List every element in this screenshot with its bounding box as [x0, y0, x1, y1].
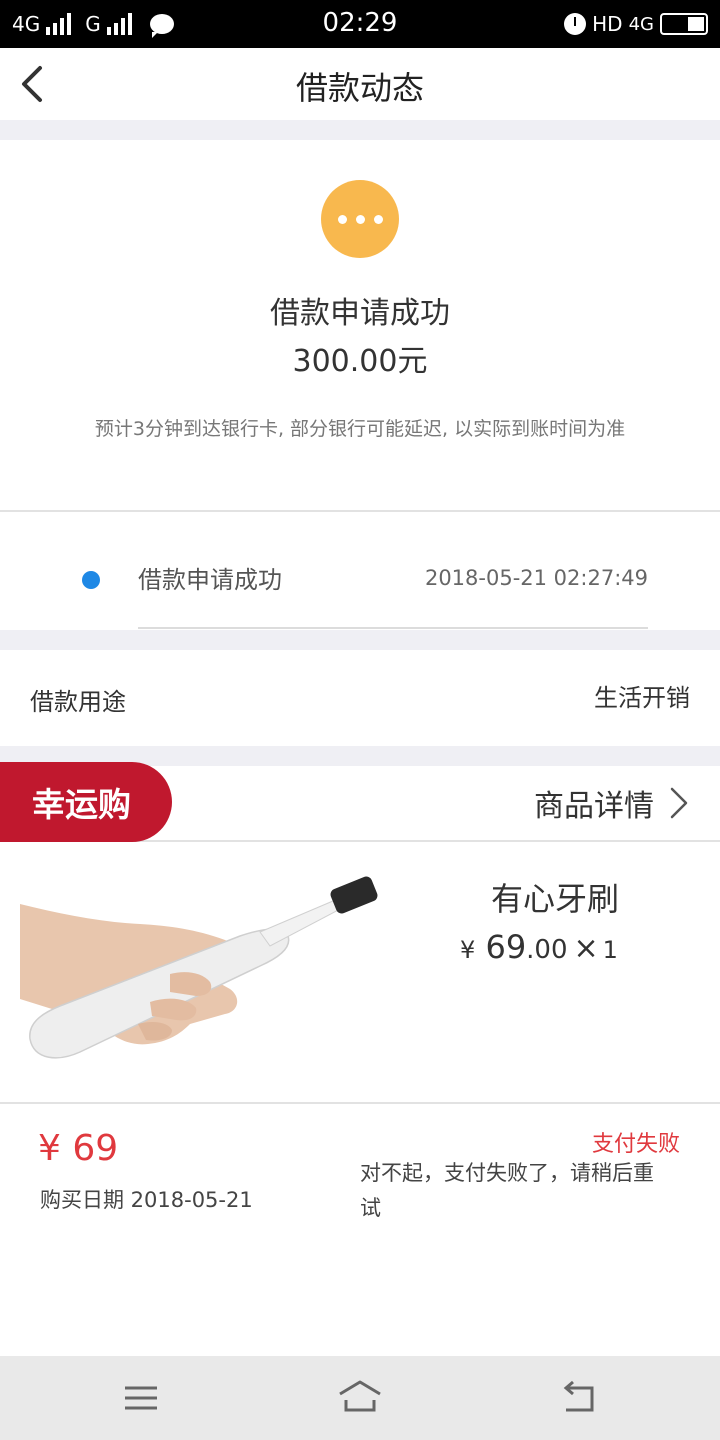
loan-status-section: 借款申请成功 300.00元 预计3分钟到达银行卡, 部分银行可能延迟, 以实际…: [0, 140, 720, 512]
product-card-header: 幸运购 商品详情: [0, 762, 720, 842]
loan-purpose-row: 借款用途 生活开销: [0, 650, 720, 746]
price-integer: 69: [485, 928, 527, 966]
product-name: 有心牙刷: [490, 880, 619, 918]
price-symbol: ¥: [460, 936, 476, 964]
timeline-label: 借款申请成功: [138, 566, 282, 594]
arrival-note: 预计3分钟到达银行卡, 部分银行可能延迟, 以实际到账时间为准: [94, 418, 626, 440]
purpose-label: 借款用途: [30, 688, 126, 716]
paid-amount: ¥ 69: [38, 1128, 119, 1169]
loan-amount: 300.00元: [292, 344, 428, 379]
home-icon[interactable]: [337, 1376, 383, 1420]
ellipsis-pending-icon: [321, 180, 399, 258]
status-bar-right: HD 4G: [564, 10, 708, 38]
quantity: 1: [602, 936, 618, 964]
timeline-divider: [138, 627, 648, 629]
timeline: 借款申请成功 2018-05-21 02:27:49: [0, 512, 720, 630]
menu-icon[interactable]: [118, 1376, 164, 1420]
hd-indicator: HD: [592, 12, 623, 36]
timeline-dot: [82, 571, 100, 589]
chevron-right-icon: [670, 787, 688, 819]
return-icon[interactable]: [556, 1376, 602, 1420]
product-price: ¥ 69.00 × 1: [460, 928, 618, 966]
status-bar: 4G G 02:29 HD 4G: [0, 0, 720, 48]
toothbrush-image: [20, 876, 378, 1059]
app-header: 借款动态: [0, 48, 720, 120]
alarm-icon: [564, 13, 587, 35]
product-detail-label: 商品详情: [534, 789, 654, 824]
network-type-3: 4G: [628, 13, 654, 35]
status-title: 借款申请成功: [270, 296, 450, 331]
section-gap: [0, 120, 720, 140]
lucky-buy-badge: 幸运购: [0, 762, 172, 842]
card-divider: [0, 1102, 720, 1104]
payment-message: 对不起，支付失败了，请稍后重试: [360, 1161, 654, 1220]
system-nav-bar: [0, 1356, 720, 1440]
page-title: 借款动态: [295, 69, 424, 107]
timeline-time: 2018-05-21 02:27:49: [424, 566, 648, 590]
purchase-date: 购买日期 2018-05-21: [40, 1188, 253, 1212]
price-decimal: .00: [526, 935, 568, 965]
battery-icon: [660, 13, 708, 35]
section-gap: [0, 630, 720, 650]
product-card: 幸运购 商品详情 有心牙刷 ¥ 69.00 × 1 ¥ 69 购买日期 2018-0…: [0, 762, 720, 1236]
product-detail-link[interactable]: 商品详情: [534, 780, 690, 826]
payment-status: 支付失败: [591, 1132, 680, 1157]
purpose-value: 生活开销: [594, 684, 690, 712]
times-sign: ×: [573, 931, 599, 966]
